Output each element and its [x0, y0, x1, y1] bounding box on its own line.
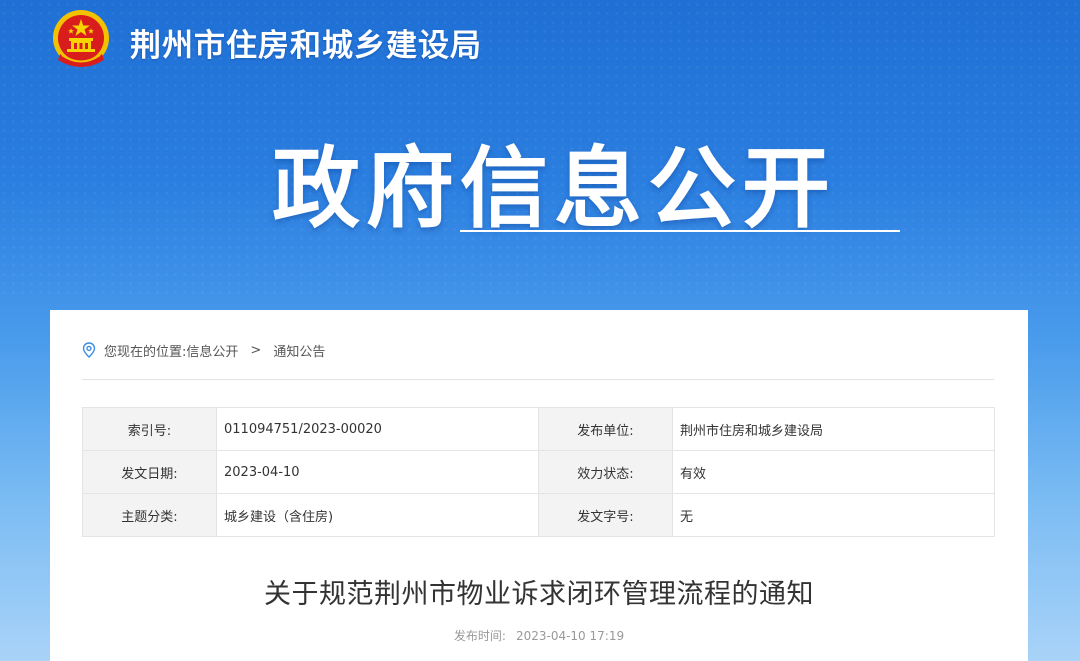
document-number-value: 无 — [672, 493, 995, 537]
content-card: 您现在的位置: 信息公开 > 通知公告 索引号: 011094751/2023-… — [50, 310, 1028, 661]
publish-time-label: 发布时间: — [453, 629, 506, 643]
topic-category-label: 主题分类: — [82, 493, 217, 537]
issuing-unit-label: 发布单位: — [538, 407, 673, 451]
issue-date-value: 2023-04-10 — [216, 450, 539, 494]
site-header: 荆州市住房和城乡建设局 — [0, 0, 1080, 80]
document-number-label: 发文字号: — [538, 493, 673, 537]
breadcrumb-divider — [82, 379, 994, 380]
breadcrumb-prefix: 您现在的位置: — [104, 344, 187, 360]
table-row: 索引号: 011094751/2023-00020 发布单位: 荆州市住房和城乡… — [82, 407, 995, 451]
banner-title: 政府信息公开 — [272, 137, 837, 240]
table-row: 主题分类: 城乡建设（含住房) 发文字号: 无 — [82, 493, 995, 537]
publish-time-value: 2023-04-10 17:19 — [515, 629, 625, 643]
national-emblem-icon[interactable] — [50, 8, 112, 72]
breadcrumb-item-info-public[interactable]: 信息公开 — [186, 341, 238, 360]
breadcrumb-item-notices[interactable]: 通知公告 — [273, 341, 325, 360]
article-title: 关于规范荆州市物业诉求闭环管理流程的通知 — [264, 579, 814, 610]
breadcrumb-separator: > — [250, 342, 262, 358]
publish-time: 发布时间: 2023-04-10 17:19 — [50, 627, 1028, 644]
index-number-value: 011094751/2023-00020 — [216, 407, 539, 451]
site-name[interactable]: 荆州市住房和城乡建设局 — [130, 20, 482, 65]
validity-status-label: 效力状态: — [538, 450, 673, 494]
issuing-unit-value: 荆州市住房和城乡建设局 — [672, 407, 995, 451]
table-row: 发文日期: 2023-04-10 效力状态: 有效 — [82, 450, 995, 494]
banner-underline — [460, 230, 900, 232]
index-number-label: 索引号: — [82, 407, 217, 451]
breadcrumb: 您现在的位置: 信息公开 > 通知公告 — [82, 340, 325, 360]
issue-date-label: 发文日期: — [82, 450, 217, 494]
location-pin-icon — [82, 342, 96, 358]
topic-category-value: 城乡建设（含住房) — [216, 493, 539, 537]
validity-status-value: 有效 — [672, 450, 995, 494]
document-meta-table: 索引号: 011094751/2023-00020 发布单位: 荆州市住房和城乡… — [82, 407, 995, 537]
